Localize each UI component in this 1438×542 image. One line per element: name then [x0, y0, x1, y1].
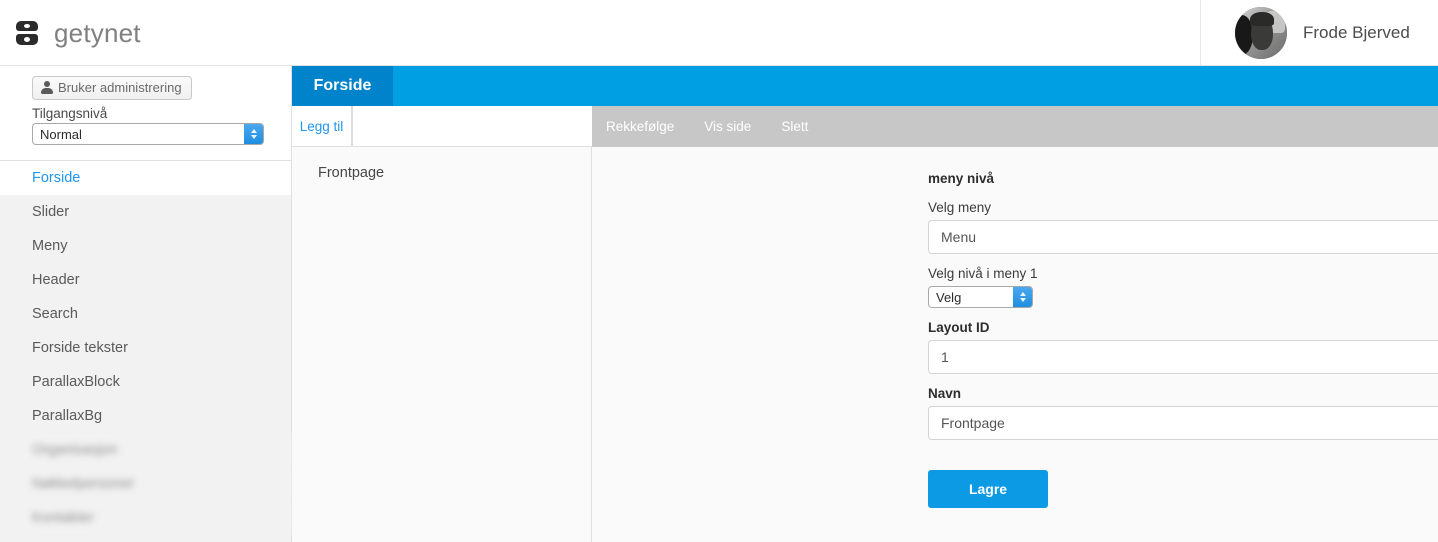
- getynet-logo-icon: [14, 20, 40, 46]
- tab-forside[interactable]: Forside: [292, 66, 393, 106]
- sidebar-item-label: Nøkkelpersoner: [32, 476, 135, 492]
- sidebar-item-label: ParallaxBlock: [32, 374, 120, 390]
- save-button[interactable]: Lagre: [928, 470, 1048, 508]
- form-group-title: meny nivå: [928, 171, 995, 186]
- sidebar-item-label: Organisasjon: [32, 442, 118, 458]
- sidebar-item-label: Header: [32, 272, 80, 288]
- list-item[interactable]: Frontpage: [292, 147, 591, 181]
- form-pane: meny nivå Velg meny Menu Velg nivå i men…: [592, 147, 1438, 542]
- level-field-row: Velg nivå i meny 1 Velg: [928, 266, 1438, 308]
- sidebar-item-kontakter[interactable]: Kontakter: [0, 501, 291, 535]
- layout-id-input[interactable]: [928, 340, 1438, 374]
- sidebar-item-label: Forside: [32, 170, 81, 186]
- name-input[interactable]: [928, 406, 1438, 440]
- access-level-select-wrap: Normal: [32, 123, 264, 145]
- sidebar-item-header[interactable]: Header: [0, 263, 291, 297]
- layout-id-row: Layout ID: [928, 320, 1438, 374]
- user-administration-button[interactable]: Bruker administrering: [32, 76, 192, 100]
- user-menu[interactable]: Frode Bjerved: [1200, 0, 1438, 65]
- sub-bar: Legg til Rekkefølge Vis side Slett: [292, 106, 1438, 147]
- sidebar-item-parallaxblock[interactable]: ParallaxBlock: [0, 365, 291, 399]
- name-row: Navn: [928, 386, 1438, 440]
- sidebar-header: Bruker administrering Tilgangsnivå Norma…: [0, 66, 291, 161]
- level-select-wrap: Velg: [928, 286, 1033, 308]
- list-item-label: Frontpage: [318, 165, 385, 181]
- sidebar-item-label: ParallaxBg: [32, 408, 103, 424]
- sidebar-item-organisasjon[interactable]: Organisasjon: [0, 433, 291, 467]
- level-label: Velg nivå i meny 1: [928, 266, 1038, 281]
- tab-label: Forside: [313, 77, 372, 94]
- person-icon: [41, 81, 53, 94]
- tab-bar: Forside: [292, 66, 1438, 106]
- sub-bar-divider: [352, 106, 353, 146]
- sidebar-item-label: Search: [32, 306, 78, 322]
- user-administration-label: Bruker administrering: [58, 80, 182, 95]
- avatar: [1235, 6, 1287, 59]
- item-list-pane: Frontpage: [292, 147, 592, 542]
- brand[interactable]: getynet: [14, 0, 141, 66]
- sidebar-item-parallaxbg[interactable]: ParallaxBg: [0, 399, 291, 433]
- sidebar-item-search[interactable]: Search: [0, 297, 291, 331]
- user-name: Frode Bjerved: [1303, 22, 1410, 42]
- layout-id-label: Layout ID: [928, 320, 990, 335]
- top-bar: getynet Frode Bjerved: [0, 0, 1438, 66]
- brand-name: getynet: [54, 17, 141, 48]
- order-button[interactable]: Rekkefølge: [606, 119, 674, 134]
- add-link[interactable]: Legg til: [292, 106, 352, 146]
- sidebar-item-label: Meny: [32, 238, 68, 254]
- view-page-button[interactable]: Vis side: [704, 119, 751, 134]
- access-level-label: Tilgangsnivå: [32, 106, 108, 121]
- sidebar-item-slider[interactable]: Slider: [0, 195, 291, 229]
- action-toolbar: Rekkefølge Vis side Slett: [592, 106, 1438, 147]
- sidebar-item-nokkelpersoner[interactable]: Nøkkelpersoner: [0, 467, 291, 501]
- sidebar: Bruker administrering Tilgangsnivå Norma…: [0, 66, 292, 542]
- sidebar-nav: Forside Slider Meny Header Search Forsid…: [0, 161, 291, 535]
- menu-label: Velg meny: [928, 200, 992, 215]
- delete-button[interactable]: Slett: [781, 119, 808, 134]
- menu-select[interactable]: Menu: [928, 220, 1438, 254]
- add-link-label: Legg til: [299, 118, 344, 134]
- name-label: Navn: [928, 386, 962, 401]
- sidebar-item-forside[interactable]: Forside: [0, 161, 291, 195]
- menu-field-row: Velg meny Menu: [928, 200, 1438, 254]
- access-level-select[interactable]: Normal: [32, 123, 264, 145]
- sidebar-item-meny[interactable]: Meny: [0, 229, 291, 263]
- sidebar-item-label: Kontakter: [32, 510, 95, 526]
- sidebar-item-forside-tekster[interactable]: Forside tekster: [0, 331, 291, 365]
- level-select[interactable]: Velg: [928, 286, 1033, 308]
- sidebar-item-label: Slider: [32, 204, 70, 220]
- content-area: Forside Legg til Rekkefølge Vis side Sle…: [292, 66, 1438, 542]
- sidebar-item-label: Forside tekster: [32, 340, 128, 356]
